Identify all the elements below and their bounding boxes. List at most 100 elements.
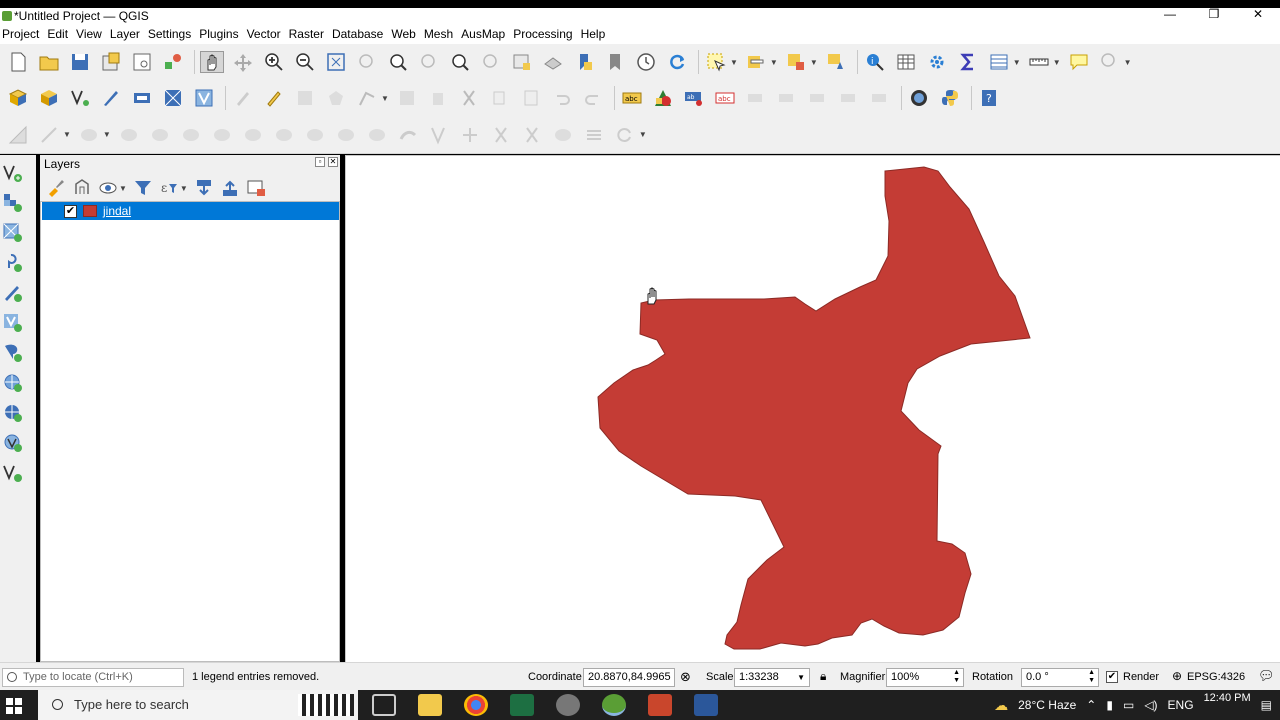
add-wfs-layer-icon[interactable] — [0, 401, 26, 425]
file-explorer-icon[interactable] — [418, 694, 442, 716]
digitize-line-icon[interactable] — [37, 124, 61, 146]
chrome-icon[interactable] — [464, 694, 488, 716]
deselect-icon[interactable] — [784, 51, 808, 73]
rotate-label-icon[interactable] — [775, 87, 799, 109]
add-virtual-layer-icon[interactable] — [0, 311, 26, 335]
cut-features-icon[interactable] — [457, 87, 481, 109]
dropdown-arrow-icon[interactable]: ▼ — [770, 58, 778, 67]
new-project-icon[interactable] — [6, 51, 30, 73]
zoom-native-icon[interactable] — [417, 51, 441, 73]
zoom-to-selection-icon[interactable] — [355, 51, 379, 73]
weather-icon[interactable]: ☁ — [994, 697, 1008, 714]
measure-icon[interactable] — [1027, 51, 1051, 73]
scale-combo[interactable]: 1:33238 ▼ — [734, 668, 810, 687]
modify-attributes-icon[interactable] — [395, 87, 419, 109]
pin-labels-icon[interactable]: ab — [682, 87, 706, 109]
help-icon[interactable]: ? — [977, 87, 1001, 109]
magnifier-spinbox[interactable]: 100% ▲ ▼ — [886, 668, 964, 687]
toggle-extents-icon[interactable]: ⊗ — [680, 669, 691, 685]
dropdown-arrow-icon[interactable]: ▼ — [730, 58, 738, 67]
crs-label[interactable]: EPSG:4326 — [1187, 671, 1245, 683]
paste-features-icon[interactable] — [519, 87, 543, 109]
trim-extend-icon[interactable] — [458, 124, 482, 146]
select-location-icon[interactable] — [824, 51, 848, 73]
qgis-taskbar-icon[interactable] — [602, 694, 626, 716]
filter-expression-icon[interactable]: ε — [159, 178, 179, 198]
zoom-next-icon[interactable] — [479, 51, 503, 73]
offset-curve-icon[interactable] — [396, 124, 420, 146]
app-circle-icon[interactable] — [556, 694, 580, 716]
powerpoint-icon[interactable] — [648, 694, 672, 716]
layers-tree[interactable]: ✔ jindal — [40, 201, 340, 662]
rotate-point-symbols-icon[interactable] — [613, 124, 637, 146]
menu-view[interactable]: View — [74, 27, 108, 41]
advanced-digitizing-icon[interactable] — [6, 124, 30, 146]
delete-ring-icon[interactable] — [303, 124, 327, 146]
redo-icon[interactable] — [581, 87, 605, 109]
reverse-line-icon[interactable] — [427, 124, 451, 146]
task-view-icon[interactable] — [372, 694, 396, 716]
render-checkbox[interactable]: ✔ — [1106, 671, 1118, 683]
menu-project[interactable]: Project — [0, 27, 45, 41]
attribute-table-icon[interactable] — [894, 51, 918, 73]
undo-icon[interactable] — [550, 87, 574, 109]
plugin-globe-icon[interactable] — [907, 87, 931, 109]
new-shapefile-layer-icon[interactable] — [0, 461, 26, 485]
taskbar-clock[interactable]: 12:40 PM — [1204, 691, 1251, 719]
add-delimited-text-icon[interactable] — [0, 251, 26, 275]
add-group-icon[interactable] — [72, 178, 92, 198]
layer-row-jindal[interactable]: ✔ jindal — [42, 202, 339, 220]
style-manager-icon[interactable] — [161, 51, 185, 73]
dropdown-arrow-icon[interactable]: ▼ — [810, 58, 818, 67]
menu-ausmap[interactable]: AusMap — [459, 27, 511, 41]
add-polygon-icon[interactable] — [324, 87, 348, 109]
locator-search-input[interactable]: Type to locate (Ctrl+K) — [2, 668, 184, 687]
map-tips-icon[interactable] — [1067, 51, 1091, 73]
layer-symbol-swatch[interactable] — [83, 205, 97, 217]
split-features-icon[interactable] — [489, 124, 513, 146]
coordinate-field[interactable]: 20.8870,84.9965 — [583, 668, 675, 687]
remove-layer-icon[interactable] — [246, 178, 266, 198]
excel-icon[interactable] — [510, 694, 534, 716]
toggle-editing-icon[interactable] — [262, 87, 286, 109]
show-hide-labels-icon[interactable]: abc — [713, 87, 737, 109]
menu-vector[interactable]: Vector — [245, 27, 287, 41]
volume-icon[interactable]: ◁) — [1144, 698, 1157, 712]
refresh-icon[interactable] — [665, 51, 689, 73]
identify-icon[interactable]: i — [863, 51, 887, 73]
zoom-to-layer-icon[interactable] — [386, 51, 410, 73]
zoom-full-icon[interactable] — [324, 51, 348, 73]
save-as-icon[interactable] — [99, 51, 123, 73]
print-layout-icon[interactable] — [130, 51, 154, 73]
layer-visibility-checkbox[interactable]: ✔ — [64, 204, 77, 218]
menu-web[interactable]: Web — [389, 27, 421, 41]
dropdown-arrow-icon[interactable]: ▼ — [119, 184, 127, 193]
menu-database[interactable]: Database — [330, 27, 389, 41]
menu-layer[interactable]: Layer — [108, 27, 146, 41]
pan-icon[interactable] — [200, 51, 224, 73]
dropdown-arrow-icon[interactable]: ▼ — [180, 184, 188, 193]
dropdown-arrow-icon[interactable]: ▼ — [1013, 58, 1021, 67]
select-by-value-icon[interactable] — [744, 51, 768, 73]
add-wcs-layer-icon[interactable] — [0, 431, 26, 455]
filter-legend-icon[interactable] — [133, 178, 153, 198]
battery-icon[interactable]: ▭ — [1123, 698, 1134, 712]
delete-part-icon[interactable] — [334, 124, 358, 146]
new-temp-layer-icon[interactable] — [99, 87, 123, 109]
close-button[interactable]: ✕ — [1236, 8, 1280, 24]
maximize-button[interactable]: ❐ — [1192, 8, 1236, 24]
add-postgis-icon[interactable] — [0, 341, 26, 365]
rotation-spinbox[interactable]: 0.0 ° ▲ ▼ — [1021, 668, 1099, 687]
map-canvas[interactable] — [345, 155, 1280, 662]
pan-to-selection-icon[interactable] — [231, 51, 255, 73]
collapse-all-icon[interactable] — [220, 178, 240, 198]
add-part-icon[interactable] — [241, 124, 265, 146]
merge-features-icon[interactable] — [551, 124, 575, 146]
taskbar-search-box[interactable]: Type here to search — [38, 690, 358, 720]
dropdown-arrow-icon[interactable]: ▼ — [1124, 58, 1132, 67]
menu-plugins[interactable]: Plugins — [197, 27, 244, 41]
save-project-icon[interactable] — [68, 51, 92, 73]
zoom-in-icon[interactable] — [262, 51, 286, 73]
notifications-icon[interactable]: ▤ — [1261, 698, 1272, 712]
add-ring-icon[interactable] — [210, 124, 234, 146]
